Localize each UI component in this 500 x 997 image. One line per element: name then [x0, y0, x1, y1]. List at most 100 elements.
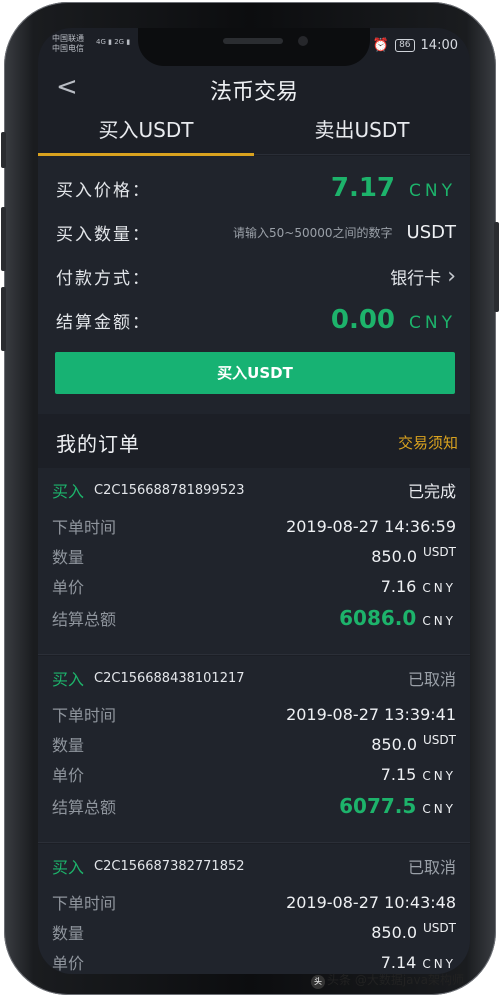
order-quantity: 850.0 — [371, 546, 418, 566]
order-price-unit: CNY — [422, 580, 456, 595]
status-right: ⏰ 86 14:00 — [373, 38, 458, 53]
total-unit: CNY — [409, 313, 456, 333]
order-total-label: 结算总额 — [52, 798, 117, 817]
order-quantity-label: 数量 — [52, 924, 85, 943]
total-label: 结算金额： — [56, 312, 151, 333]
watermark-text: 头条 @大数据java架构师 — [327, 973, 464, 987]
buy-usdt-button[interactable]: 买入USDT — [55, 352, 455, 394]
quantity-row: 买入数量： 请输入50~50000之间的数字 USDT — [56, 214, 456, 250]
order-status: 已完成 — [407, 482, 456, 501]
order-header: 买入 C2C156688438101217 已取消 — [52, 666, 456, 690]
order-time-label: 下单时间 — [52, 706, 117, 725]
order-time: 2019-08-27 13:39:41 — [286, 704, 456, 724]
order-id: C2C156687382771852 — [94, 858, 245, 874]
signal-info: 4G ▮ 2G ▮ — [96, 38, 130, 46]
order-quantity-label: 数量 — [52, 548, 85, 567]
order-quantity-row: 数量 850.0 USDT — [52, 920, 456, 944]
order-total-unit: CNY — [422, 614, 456, 628]
order-item[interactable]: 买入 C2C156688438101217 已取消 下单时间 2019-08-2… — [38, 656, 470, 843]
alarm-icon: ⏰ — [372, 38, 390, 53]
order-quantity-label: 数量 — [52, 736, 85, 755]
price-unit: CNY — [409, 181, 456, 201]
order-total-row: 结算总额 6077.5 CNY — [52, 794, 456, 818]
signal-1: 4G — [96, 38, 106, 46]
price-row: 买入价格： 7.17 CNY — [56, 170, 456, 206]
order-item[interactable]: 买入 C2C156687382771852 已取消 下单时间 2019-08-2… — [38, 844, 470, 974]
camera — [298, 36, 308, 46]
order-total: 6086.0 — [339, 606, 417, 630]
chevron-right-icon[interactable]: › — [447, 264, 456, 289]
order-time-row: 下单时间 2019-08-27 14:36:59 — [52, 514, 456, 538]
order-price: 7.14 — [380, 952, 417, 972]
order-time: 2019-08-27 10:43:48 — [286, 892, 456, 912]
watermark: 头头条 @大数据java架构师 — [311, 971, 464, 989]
orders-header: 我的订单 交易须知 — [38, 416, 470, 468]
order-price-row: 单价 7.16 CNY — [52, 574, 456, 598]
order-quantity-unit: USDT — [423, 732, 456, 747]
order-price: 7.16 — [380, 576, 417, 596]
phone-frame: 中国联通 中国电信 4G ▮ 2G ▮ ⏰ 86 14:00 < 法币交易 买入… — [1, 2, 499, 995]
order-id: C2C156688781899523 — [94, 482, 245, 498]
order-header: 买入 C2C156688781899523 已完成 — [52, 478, 456, 502]
trade-notice-link[interactable]: 交易须知 — [398, 432, 458, 453]
order-price: 7.15 — [380, 764, 417, 784]
order-quantity-unit: USDT — [423, 544, 456, 559]
page-title: 法币交易 — [209, 80, 298, 105]
payment-label: 付款方式： — [56, 268, 151, 289]
side-button — [494, 222, 499, 312]
order-item[interactable]: 买入 C2C156688781899523 已完成 下单时间 2019-08-2… — [38, 468, 470, 655]
order-header: 买入 C2C156687382771852 已取消 — [52, 854, 456, 878]
order-quantity-unit: USDT — [423, 920, 456, 935]
payment-row[interactable]: 付款方式： 银行卡 › — [56, 258, 456, 294]
quantity-label: 买入数量： — [56, 224, 151, 245]
order-quantity-row: 数量 850.0 USDT — [52, 732, 456, 756]
order-quantity-row: 数量 850.0 USDT — [52, 544, 456, 568]
carrier-info: 中国联通 中国电信 — [52, 34, 84, 54]
side-button — [1, 287, 6, 351]
orders-title: 我的订单 — [56, 432, 140, 456]
order-type: 买入 — [52, 858, 85, 877]
order-total-label: 结算总额 — [52, 610, 117, 629]
price-value: 7.17 — [330, 173, 396, 203]
quantity-input[interactable]: 请输入50~50000之间的数字 — [233, 224, 393, 241]
signal-2: 2G — [114, 38, 125, 46]
trade-tabs: 买入USDT 卖出USDT — [38, 110, 470, 156]
notch — [138, 28, 370, 66]
app-header: < 法币交易 — [38, 66, 470, 110]
order-time-row: 下单时间 2019-08-27 10:43:48 — [52, 890, 456, 914]
tab-sell-usdt[interactable]: 卖出USDT — [254, 110, 470, 154]
quantity-unit: USDT — [406, 221, 456, 243]
order-price-unit: CNY — [422, 956, 456, 971]
app-screen: 中国联通 中国电信 4G ▮ 2G ▮ ⏰ 86 14:00 < 法币交易 买入… — [38, 28, 470, 974]
tab-buy-usdt[interactable]: 买入USDT — [38, 110, 254, 156]
order-type: 买入 — [52, 482, 85, 501]
total-row: 结算金额： 0.00 CNY — [56, 300, 456, 340]
order-type: 买入 — [52, 670, 85, 689]
order-quantity: 850.0 — [371, 734, 418, 754]
order-total-unit: CNY — [422, 802, 456, 816]
carrier-2: 中国电信 — [52, 44, 84, 53]
order-total-row: 结算总额 6086.0 CNY — [52, 606, 456, 630]
order-id: C2C156688438101217 — [94, 670, 245, 686]
order-price-label: 单价 — [52, 578, 85, 597]
payment-method[interactable]: 银行卡 — [390, 264, 441, 289]
order-time: 2019-08-27 14:36:59 — [286, 516, 456, 536]
order-quantity: 850.0 — [371, 922, 418, 942]
signal-bars-icon: ▮ — [126, 38, 131, 46]
order-time-label: 下单时间 — [52, 894, 117, 913]
side-button — [1, 132, 6, 168]
order-price-unit: CNY — [422, 768, 456, 783]
total-value: 0.00 — [330, 305, 396, 335]
carrier-1: 中国联通 — [52, 34, 84, 43]
order-time-label: 下单时间 — [52, 518, 117, 537]
price-label: 买入价格： — [56, 180, 151, 201]
order-time-row: 下单时间 2019-08-27 13:39:41 — [52, 702, 456, 726]
order-price-row: 单价 7.15 CNY — [52, 762, 456, 786]
battery-indicator: 86 — [395, 39, 415, 52]
speaker — [223, 38, 283, 44]
clock: 14:00 — [420, 38, 458, 53]
side-button — [1, 207, 6, 271]
order-status: 已取消 — [407, 670, 456, 689]
toutiao-logo-icon: 头 — [311, 975, 326, 989]
order-price-label: 单价 — [52, 954, 85, 973]
